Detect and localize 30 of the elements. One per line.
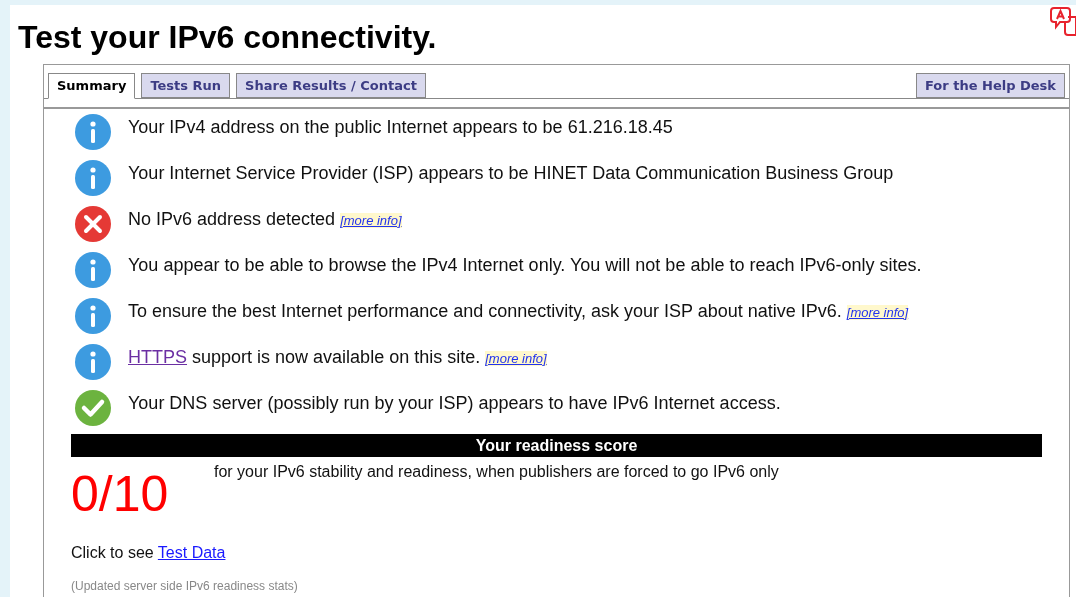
page-title: Test your IPv6 connectivity. xyxy=(18,18,437,53)
status-message: Your IPv4 address on the public Internet appears to be 61.216.18.45 xyxy=(128,115,673,139)
status-message: HTTPS support is now available on this site. [more info] xyxy=(128,345,547,369)
error-icon xyxy=(74,205,112,243)
status-message: No IPv6 address detected [more info] xyxy=(128,207,402,231)
translate-icon[interactable] xyxy=(1050,5,1076,37)
footnote: (Updated server side IPv6 readiness stats) xyxy=(71,578,299,595)
score-description: for your IPv6 stability and readiness, when publishers are forced to go IPv6 only xyxy=(214,462,779,482)
score-value: 0/10 xyxy=(71,469,170,519)
info-icon xyxy=(74,297,112,335)
info-icon xyxy=(74,159,112,197)
test-data-link[interactable]: Test Data xyxy=(157,544,226,561)
status-message: Your DNS server (possibly run by your ISP) appears to have IPv6 Internet access. xyxy=(128,391,781,415)
more-info-link[interactable]: [more info] xyxy=(846,304,909,320)
more-info-link[interactable]: [more info] xyxy=(485,350,547,366)
status-message: Your Internet Service Provider (ISP) appears to be HINET Data Communication Business Group xyxy=(128,161,894,185)
info-icon xyxy=(74,113,112,151)
tab[interactable]: Share Results / Contact xyxy=(236,73,426,98)
tab[interactable]: Summary xyxy=(48,73,136,99)
info-icon xyxy=(74,251,112,289)
tab[interactable]: Tests Run xyxy=(141,73,231,98)
status-message: You appear to be able to browse the IPv4 Internet only. You will not be able to reach IPv6-only sites. xyxy=(128,253,922,277)
more-info-link[interactable]: [more info] xyxy=(340,212,402,228)
check-icon xyxy=(74,389,112,427)
info-icon xyxy=(74,343,112,381)
tab[interactable]: For the Help Desk xyxy=(916,73,1065,98)
test-data-text: Click to see Test Data xyxy=(71,543,227,563)
score-heading: Your readiness score xyxy=(71,434,1042,457)
status-message: To ensure the best Internet performance and connectivity, ask your ISP about native IPv6. [more info] xyxy=(128,299,909,323)
https-link[interactable]: HTTPS xyxy=(128,346,187,367)
